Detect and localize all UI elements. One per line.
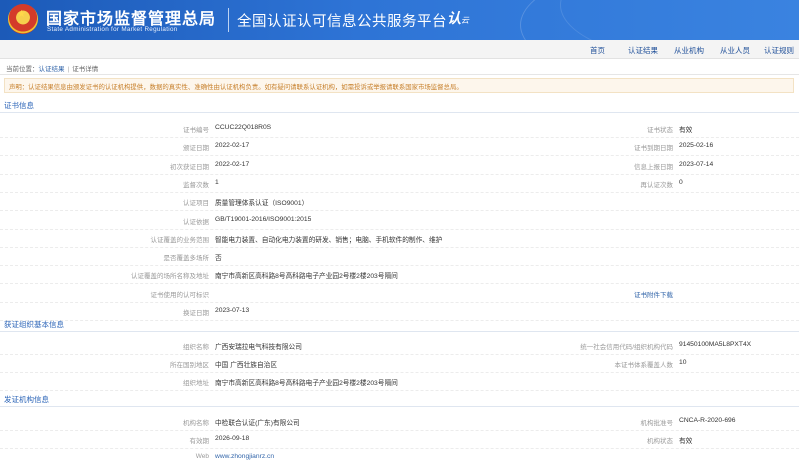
platform-title: 全国认证认可信息公共服务平台 <box>237 14 447 30</box>
logo-main: 认 <box>447 10 461 26</box>
field-value: 中国 广西壮族自治区 <box>215 362 278 369</box>
field-value: 91450100MA5L8PXT4X <box>679 341 752 348</box>
info-row: 认证项目 质量管理体系认证（ISO9001） <box>0 193 799 212</box>
info-row: 监督次数 1 再认证次数 0 <box>0 175 799 193</box>
field-value: 2026-09-18 <box>215 435 250 442</box>
info-row: 颁证日期 2022-02-17 证书到期日期 2025-02-16 <box>0 138 799 157</box>
field-label: 信息上报日期 <box>634 163 673 171</box>
nav-cert-results[interactable]: 认证结果 <box>628 45 658 56</box>
field-label: 认证项目 <box>183 200 209 208</box>
info-row: 是否覆盖多场所否 <box>0 248 799 267</box>
info-row: 认证覆盖的场所名称及地址 南宁市高新区高科路8号高科路电子产业园2号楼2楼203号… <box>0 266 799 285</box>
field-value: 质量管理体系认证（ISO9001） <box>215 200 309 208</box>
info-row: 组织名称 广西安瑞拉电气科技有限公司 统一社会信用代码/组织机构代码 91450100… <box>0 337 799 355</box>
field-value: 南宁市高新区高科路8号高科路电子产业园2号楼2楼203号隔间 <box>215 380 398 387</box>
field-label: 机构名称 <box>183 420 209 427</box>
field-value: 2022-02-17 <box>215 160 250 168</box>
field-value: 有效 <box>679 438 693 445</box>
header-divider <box>228 8 229 32</box>
info-row: 换证日期 2023-07-13 <box>0 303 799 321</box>
field-label: 组织地址 <box>183 380 209 387</box>
divider <box>0 74 799 75</box>
top-nav: 首页 认证结果 从业机构 从业人员 认证规则 <box>0 40 799 59</box>
field-value: 南宁市高新区高科路8号高科路电子产业园2号楼2楼203号隔间 <box>215 273 398 281</box>
field-value: 0 <box>679 178 683 186</box>
info-row: 机构名称 中检联合认证(广东)有限公司 机构批准号 CNCA-R-2020-696 <box>0 413 799 431</box>
national-emblem-icon: ★ <box>8 4 38 34</box>
site-header: ★ 国家市场监督管理总局 State Administration for Ma… <box>0 0 799 40</box>
nav-cert-rules[interactable]: 认证规则 <box>764 45 794 56</box>
info-row: Web www.zhongjianrz.cn <box>0 449 799 464</box>
breadcrumb-link-cert-results[interactable]: 认证结果 <box>39 66 65 73</box>
field-value: 广西安瑞拉电气科技有限公司 <box>215 344 302 351</box>
field-label: 所在国别地区 <box>170 362 209 369</box>
info-row: 认证依据 GB/T19001-2016/ISO9001:2015 <box>0 212 799 230</box>
field-label: 机构状态 <box>647 438 673 445</box>
info-row: 有效期 2026-09-18 机构状态 有效 <box>0 431 799 449</box>
field-label: 监督次数 <box>183 181 209 189</box>
section-title-org: 获证组织基本信息 <box>4 320 64 329</box>
org-name-en: State Administration for Market Regulati… <box>47 26 178 33</box>
breadcrumb-current-page: 证书详情 <box>72 66 99 73</box>
field-label: 再认证次数 <box>640 181 674 189</box>
field-label: 颁证日期 <box>183 145 209 153</box>
field-value: 10 <box>679 359 687 366</box>
field-label: 换证日期 <box>183 310 209 317</box>
field-label: 证书状态 <box>647 127 673 134</box>
field-label: 机构批准号 <box>640 420 674 427</box>
field-label: 有效期 <box>189 438 210 445</box>
field-label: 是否覆盖多场所 <box>163 255 210 263</box>
field-value: 1 <box>215 178 219 186</box>
section-divider <box>0 112 799 113</box>
section-divider <box>0 331 799 332</box>
field-value: CCUC22Q018R0S <box>215 124 272 131</box>
info-row: 认证覆盖的业务范围 智能电力装置、自动化电力装置的研发、销售；电脑、手机软件的制作… <box>0 230 799 248</box>
field-value: 2025-02-16 <box>679 142 714 150</box>
field-label: 本证书体系覆盖人数 <box>614 362 674 369</box>
section-divider <box>0 406 799 407</box>
field-label: 初次获证日期 <box>170 163 209 171</box>
info-row: 证书使用的认可标识 证书附件下载 <box>0 285 799 303</box>
field-value: 2023-07-13 <box>215 307 250 314</box>
field-label: 认证依据 <box>183 218 209 226</box>
field-value: 中检联合认证(广东)有限公司 <box>215 420 300 427</box>
info-row: 组织地址 南宁市高新区高科路8号高科路电子产业园2号楼2楼203号隔间 <box>0 373 799 391</box>
field-label: 证书使用的认可标识 <box>150 291 210 299</box>
field-label: 统一社会信用代码/组织机构代码 <box>580 344 673 351</box>
agency-website-link[interactable]: www.zhongjianrz.cn <box>215 453 274 460</box>
field-label: 认证覆盖的场所名称及地址 <box>131 273 209 281</box>
renzhengyun-logo[interactable]: 认云 <box>447 8 469 28</box>
nav-home[interactable]: 首页 <box>590 45 605 56</box>
cert-attachment-download-link[interactable]: 证书附件下载 <box>634 289 673 299</box>
breadcrumb-prefix: 当前位置： <box>6 66 39 73</box>
breadcrumb: 当前位置：认证结果 | 证书详情 <box>6 63 98 73</box>
info-row: 所在国别地区 中国 广西壮族自治区 本证书体系覆盖人数 10 <box>0 355 799 373</box>
field-label: 证书到期日期 <box>634 145 673 153</box>
field-value: 2022-02-17 <box>215 142 250 150</box>
field-value: 2023-07-14 <box>679 160 714 168</box>
breadcrumb-separator: | <box>67 66 70 73</box>
field-label: 证书编号 <box>183 127 209 134</box>
disclaimer-notice: 声明：认证结果信息由颁发证书的认证机构提供，数据的真实性、准确性由认证机构负责。… <box>4 78 794 93</box>
field-value: GB/T19001-2016/ISO9001:2015 <box>215 215 312 223</box>
header-decoration <box>560 0 799 40</box>
section-title-agency: 发证机构信息 <box>4 395 49 404</box>
field-label: 认证覆盖的业务范围 <box>150 236 210 244</box>
field-label: Web <box>195 453 209 460</box>
info-row: 初次获证日期 2022-02-17 信息上报日期 2023-07-14 <box>0 157 799 175</box>
info-row: 证书编号 CCUC22Q018R0S 证书状态 有效 <box>0 120 799 138</box>
nav-personnel[interactable]: 从业人员 <box>720 45 750 56</box>
field-value: 智能电力装置、自动化电力装置的研发、销售；电脑、手机软件的制作、维护 <box>215 236 443 244</box>
field-label: 组织名称 <box>183 344 209 351</box>
field-value: 否 <box>215 255 222 263</box>
nav-agencies[interactable]: 从业机构 <box>674 45 704 56</box>
logo-sub: 云 <box>461 16 469 25</box>
section-title-cert: 证书信息 <box>4 101 34 110</box>
field-value: CNCA-R-2020-696 <box>679 417 736 424</box>
field-value: 有效 <box>679 127 693 134</box>
